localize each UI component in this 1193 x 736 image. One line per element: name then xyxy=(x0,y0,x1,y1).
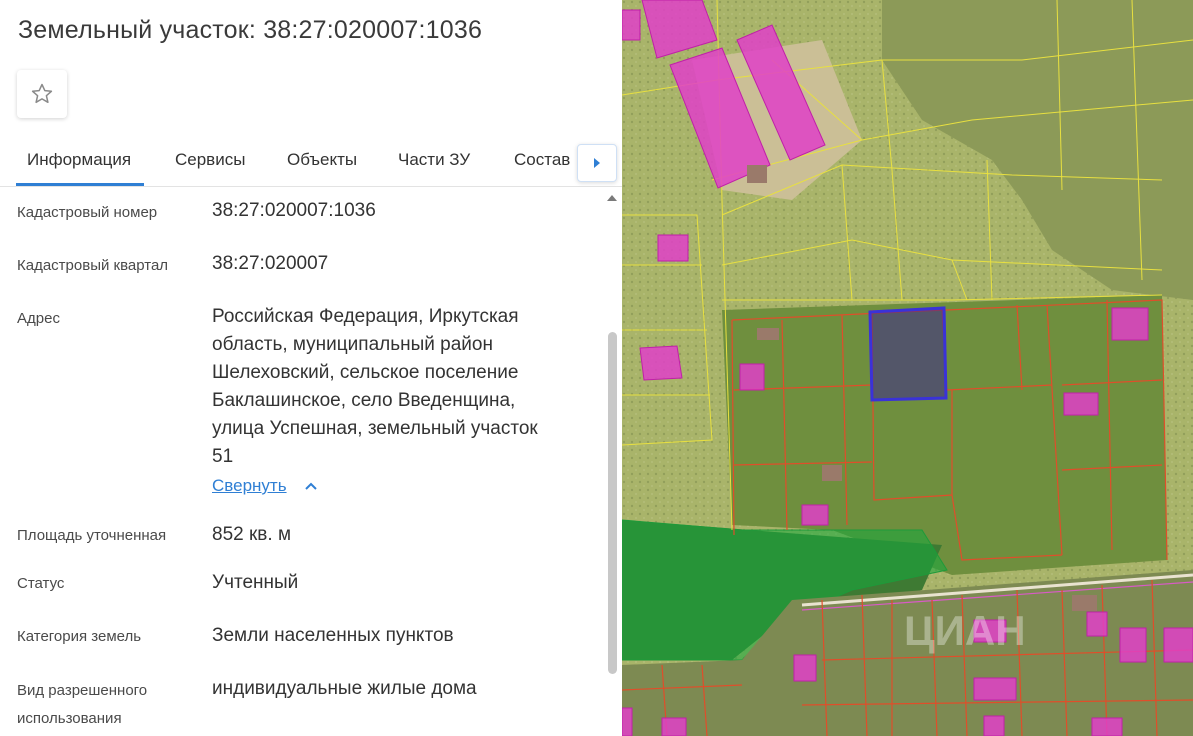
land-category-label: Категория земель xyxy=(17,628,142,645)
cadastral-quarter-value: 38:27:020007 xyxy=(212,253,329,274)
permitted-use-value: индивидуальные жилые дома xyxy=(212,678,477,699)
cadastral-number-label: Кадастровый номер xyxy=(17,204,158,221)
permitted-use-label-line: Вид разрешенного xyxy=(17,682,148,699)
scrollbar-thumb[interactable] xyxy=(608,332,617,674)
tab-information[interactable]: Информация xyxy=(27,150,131,170)
address-line: область, муниципальный район xyxy=(212,334,493,355)
tab-parcel-parts[interactable]: Части ЗУ xyxy=(398,150,470,170)
land-category-value: Земли населенных пунктов xyxy=(212,625,454,646)
scroll-up-arrow-icon[interactable] xyxy=(606,194,618,202)
area-value: 852 кв. м xyxy=(212,524,292,545)
address-line: Баклашинское, село Введенщина, xyxy=(212,390,516,411)
chevron-up-icon[interactable] xyxy=(303,480,319,492)
page-title: Земельный участок: 38:27:020007:1036 xyxy=(18,16,483,44)
area-label: Площадь уточненная xyxy=(17,527,167,544)
address-line: Российская Федерация, Иркутская xyxy=(212,306,519,327)
tab-bar: Информация Сервисы Объекты Части ЗУ Сост… xyxy=(0,138,622,187)
cadastral-number-value: 38:27:020007:1036 xyxy=(212,200,376,221)
address-label: Адрес xyxy=(17,310,60,327)
tab-objects[interactable]: Объекты xyxy=(287,150,357,170)
address-value: Российская Федерация, Иркутская область,… xyxy=(212,303,538,471)
permitted-use-label-line: использования xyxy=(17,710,122,727)
triangle-right-icon xyxy=(594,158,600,168)
status-label: Статус xyxy=(17,575,65,592)
cadastral-quarter-label: Кадастровый квартал xyxy=(17,257,169,274)
permitted-use-label: Вид разрешенного использования xyxy=(17,677,147,733)
status-value: Учтенный xyxy=(212,572,299,593)
map-view[interactable]: ЦИАН xyxy=(622,0,1193,736)
favorite-button[interactable] xyxy=(17,70,67,118)
tab-composition[interactable]: Состав xyxy=(514,150,570,170)
address-line: Шелеховский, сельское поселение xyxy=(212,362,519,383)
address-line: улица Успешная, земельный участок xyxy=(212,418,538,439)
collapse-address-link[interactable]: Свернуть xyxy=(212,476,287,496)
info-panel: Земельный участок: 38:27:020007:1036 Инф… xyxy=(0,0,622,736)
map-watermark: ЦИАН xyxy=(904,607,1026,654)
satellite-map[interactable]: ЦИАН xyxy=(622,0,1193,736)
active-tab-indicator xyxy=(16,183,144,186)
tab-services[interactable]: Сервисы xyxy=(175,150,245,170)
tabs-next-button[interactable] xyxy=(577,144,617,182)
address-line: 51 xyxy=(212,446,234,467)
star-outline-icon xyxy=(31,83,53,104)
